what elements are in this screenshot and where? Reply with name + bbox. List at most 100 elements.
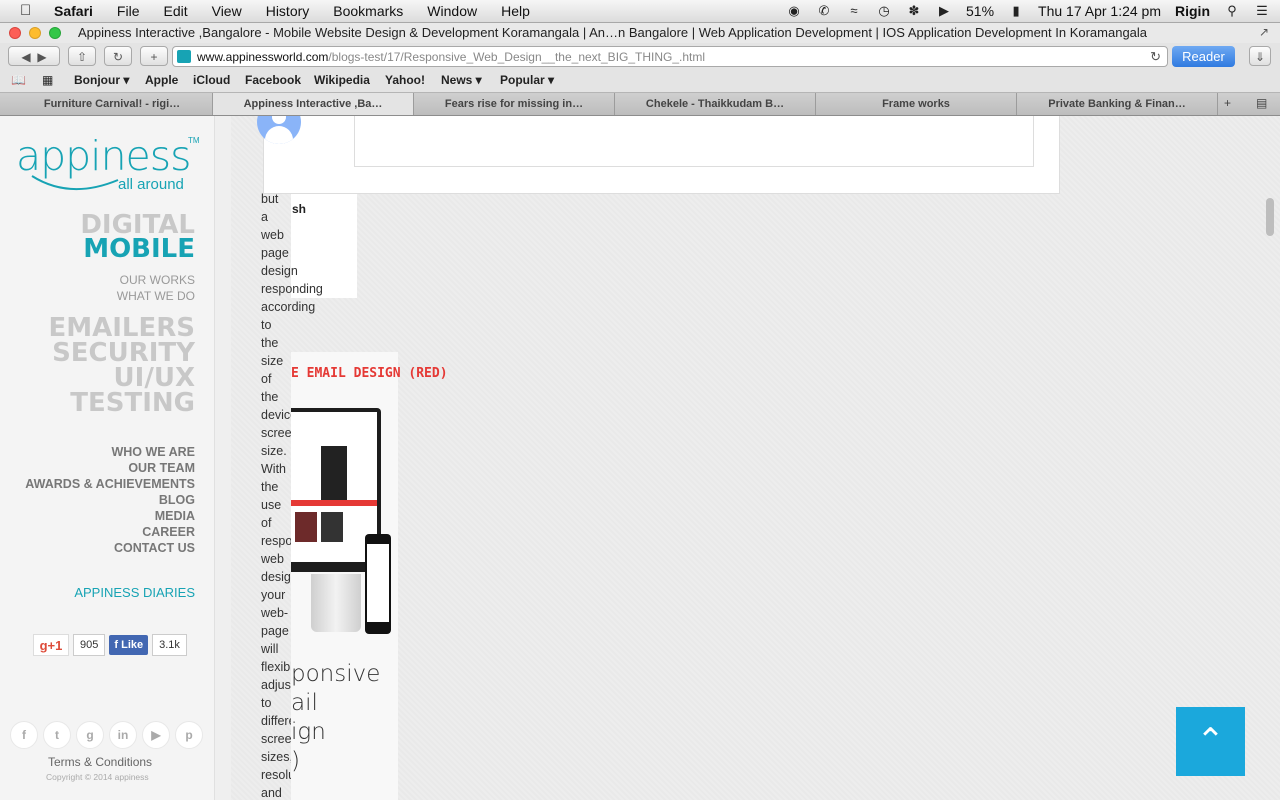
- youtube-icon[interactable]: ▶: [142, 721, 170, 749]
- close-window-button[interactable]: [9, 27, 21, 39]
- menu-file[interactable]: File: [117, 3, 140, 19]
- facebook-icon[interactable]: f: [10, 721, 38, 749]
- blog-image-title: E EMAIL DESIGN (RED): [291, 366, 448, 381]
- address-bar[interactable]: www.appinessworld.com/blogs-test/17/Resp…: [172, 46, 1168, 67]
- battery-icon[interactable]: ▮: [1008, 4, 1024, 18]
- bookmark-wikipedia[interactable]: Wikipedia: [314, 73, 370, 87]
- wifi-icon[interactable]: ≈: [846, 4, 862, 18]
- time-machine-icon[interactable]: ◷: [876, 4, 892, 18]
- what-we-do-link[interactable]: WHAT WE DO: [117, 288, 195, 304]
- our-works-link[interactable]: OUR WORKS: [120, 272, 195, 288]
- blog-card-title[interactable]: ponsive ail ign ): [291, 660, 380, 776]
- service-testing[interactable]: TESTING: [70, 390, 195, 416]
- plus-icon: +: [150, 50, 158, 64]
- zoom-window-button[interactable]: [49, 27, 61, 39]
- tab-furniture-carnival[interactable]: Furniture Carnival! - rigi…: [12, 93, 213, 115]
- facebook-like-button[interactable]: f Like: [109, 635, 149, 655]
- mobile-heading[interactable]: MOBILE: [83, 236, 195, 262]
- battery-percent[interactable]: 51%: [966, 3, 994, 19]
- twitter-icon[interactable]: t: [43, 721, 71, 749]
- nav-our-team[interactable]: OUR TEAM: [128, 460, 195, 476]
- reload-button[interactable]: ↻: [104, 46, 132, 66]
- tab-bar: Furniture Carnival! - rigi… Appiness Int…: [0, 93, 1280, 116]
- back-icon[interactable]: ◀: [21, 50, 30, 64]
- appiness-logo[interactable]: appiness TM all around: [16, 132, 201, 212]
- google-plus-count: 905: [73, 634, 106, 656]
- terms-link[interactable]: Terms & Conditions: [48, 755, 152, 769]
- nav-who-we-are[interactable]: WHO WE ARE: [111, 444, 195, 460]
- menu-history[interactable]: History: [266, 3, 310, 19]
- fullscreen-icon[interactable]: ↗: [1259, 25, 1269, 39]
- new-tab-plus-icon[interactable]: +: [1224, 96, 1231, 110]
- tab-overview-icon[interactable]: ▤: [1256, 96, 1267, 110]
- menu-bookmarks[interactable]: Bookmarks: [333, 3, 403, 19]
- related-blog-card[interactable]: E EMAIL DESIGN (RED) ponsive ail ign ): [291, 352, 448, 800]
- minimize-window-button[interactable]: [29, 27, 41, 39]
- new-tab-button[interactable]: +: [140, 46, 168, 66]
- safari-toolbar: ◀ ▶ ⇧ ↻ + www.appinessworld.com/blogs-te…: [0, 43, 1280, 70]
- article-word: the: [261, 336, 279, 350]
- web-page: appiness TM all around DIGITAL MOBILE OU…: [0, 116, 1280, 800]
- google-icon[interactable]: g: [76, 721, 104, 749]
- share-button[interactable]: ⇧: [68, 46, 96, 66]
- menubar-status: ◉ ✆ ≈ ◷ ✽ ▶ 51% ▮ Thu 17 Apr 1:24 pm Rig…: [786, 3, 1270, 19]
- bookmark-news[interactable]: News ▾: [441, 73, 482, 87]
- tab-appiness-interactive[interactable]: Appiness Interactive ,Ba…: [213, 93, 414, 115]
- nav-contact-us[interactable]: CONTACT US: [114, 540, 195, 556]
- monitor-stand: [311, 574, 361, 632]
- tab-fears-rise[interactable]: Fears rise for missing in…: [414, 93, 615, 115]
- comment-input[interactable]: [354, 116, 1034, 167]
- bookmark-bonjour[interactable]: Bonjour ▾: [74, 73, 129, 87]
- url-text[interactable]: www.appinessworld.com/blogs-test/17/Resp…: [197, 50, 705, 64]
- tab-private-banking[interactable]: Private Banking & Finan…: [1017, 93, 1218, 115]
- clock[interactable]: Thu 17 Apr 1:24 pm: [1038, 3, 1161, 19]
- article-word: a: [261, 210, 268, 224]
- article-word: responding: [261, 282, 323, 296]
- forward-icon[interactable]: ▶: [37, 50, 46, 64]
- evernote-icon[interactable]: ◉: [786, 4, 802, 18]
- bookmark-icloud[interactable]: iCloud: [193, 73, 230, 87]
- bookmark-popular[interactable]: Popular ▾: [500, 73, 554, 87]
- notification-center-icon[interactable]: ☰: [1254, 4, 1270, 18]
- page-scrollbar[interactable]: [1266, 198, 1274, 236]
- menu-window[interactable]: Window: [427, 3, 477, 19]
- spotlight-icon[interactable]: ⚲: [1224, 4, 1240, 18]
- nav-awards[interactable]: AWARDS & ACHIEVEMENTS: [25, 476, 195, 492]
- download-icon: ⇓: [1254, 50, 1266, 64]
- scroll-to-top-button[interactable]: ⌃: [1176, 707, 1245, 776]
- back-forward-buttons[interactable]: ◀ ▶: [8, 46, 60, 66]
- nav-blog[interactable]: BLOG: [159, 492, 195, 508]
- apple-icon[interactable]: : [20, 2, 31, 19]
- blog-title-line: ponsive: [291, 661, 381, 687]
- downloads-button[interactable]: ⇓: [1249, 46, 1271, 66]
- bookmark-apple[interactable]: Apple: [145, 73, 178, 87]
- avatar-body: [265, 126, 293, 144]
- user-menu[interactable]: Rigin: [1175, 3, 1210, 19]
- reading-list-icon[interactable]: 📖: [11, 73, 26, 87]
- google-plus-button[interactable]: g+1: [33, 634, 69, 656]
- reload-icon[interactable]: ↻: [1150, 49, 1161, 65]
- top-sites-icon[interactable]: ▦: [42, 73, 53, 87]
- phone-screen: [367, 544, 389, 622]
- phone-icon[interactable]: ✆: [816, 4, 832, 18]
- nav-media[interactable]: MEDIA: [155, 508, 195, 524]
- reader-button[interactable]: Reader: [1172, 46, 1235, 67]
- menu-edit[interactable]: Edit: [163, 3, 187, 19]
- tab-chekele[interactable]: Chekele - Thaikkudam B…: [615, 93, 816, 115]
- site-sidebar: appiness TM all around DIGITAL MOBILE OU…: [0, 116, 215, 800]
- menu-view[interactable]: View: [212, 3, 242, 19]
- bookmark-yahoo[interactable]: Yahoo!: [385, 73, 425, 87]
- screen-thumb-2: [321, 512, 343, 542]
- bluetooth-icon[interactable]: ✽: [906, 4, 922, 18]
- bookmark-facebook[interactable]: Facebook: [245, 73, 301, 87]
- pinterest-icon[interactable]: p: [175, 721, 203, 749]
- linkedin-icon[interactable]: in: [109, 721, 137, 749]
- url-host: www.appinessworld.com: [197, 50, 329, 64]
- article-word: page: [261, 246, 289, 260]
- appiness-diaries-link[interactable]: APPINESS DIARIES: [74, 585, 195, 600]
- menu-help[interactable]: Help: [501, 3, 530, 19]
- nav-career[interactable]: CAREER: [142, 524, 195, 540]
- menu-app-safari[interactable]: Safari: [54, 3, 93, 19]
- tab-frame-works[interactable]: Frame works: [816, 93, 1017, 115]
- volume-icon[interactable]: ▶: [936, 4, 952, 18]
